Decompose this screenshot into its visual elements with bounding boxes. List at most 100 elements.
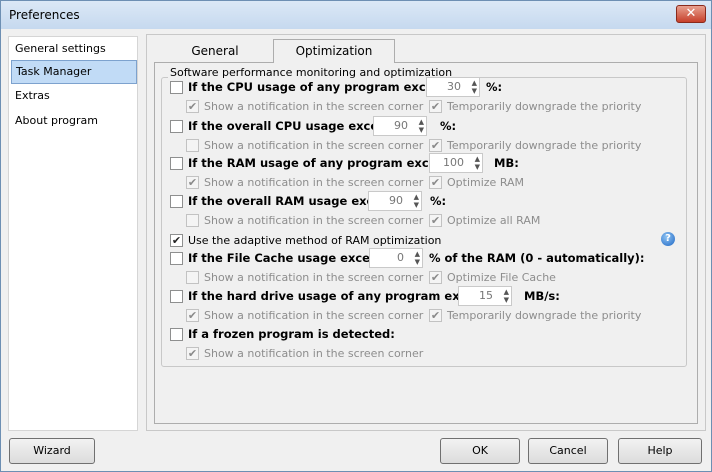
sub-option-row[interactable]: ✔ Show a notification in the screen corne…	[186, 97, 423, 115]
sub-option-label: Show a notification in the screen corner	[204, 270, 424, 284]
checkbox[interactable]: ✔	[186, 346, 199, 360]
checkbox[interactable]: ✔	[429, 175, 442, 189]
option-row[interactable]: If a frozen program is detected:	[170, 325, 395, 343]
checkbox[interactable]: ✔	[186, 308, 199, 322]
sub-option-label: Temporarily downgrade the priority	[447, 308, 642, 322]
checkbox[interactable]	[170, 194, 183, 208]
value-spinner[interactable]: 15 ▲ ▼	[458, 286, 512, 306]
close-button[interactable]: ✕	[676, 5, 706, 23]
tab-optimization[interactable]: Optimization	[273, 39, 395, 63]
option-label: If the CPU usage of any program exceeds	[188, 80, 457, 94]
checkbox[interactable]: ✔	[186, 99, 199, 113]
option-row[interactable]: If the hard drive usage of any program e…	[170, 287, 497, 305]
sub-option-label: Optimize RAM	[447, 175, 525, 189]
option-row[interactable]: If the CPU usage of any program exceeds	[170, 78, 456, 96]
sub-option-row[interactable]: ✔ Show a notification in the screen corne…	[186, 173, 423, 191]
checkbox[interactable]	[170, 80, 183, 94]
value-spinner[interactable]: 90 ▲ ▼	[373, 116, 427, 136]
checkbox[interactable]: ✔	[429, 138, 442, 152]
sub-option-row[interactable]: Show a notification in the screen corner	[186, 211, 423, 229]
sub-option-label: Show a notification in the screen corner	[204, 308, 424, 322]
checkbox[interactable]	[170, 251, 183, 265]
sub-option-row[interactable]: ✔ Show a notification in the screen corne…	[186, 306, 423, 324]
settings-nav: General settings Task Manager Extras Abo…	[8, 36, 138, 431]
spinner-value: 90	[394, 119, 408, 132]
spinner-value: 90	[389, 194, 403, 207]
spinner-arrows-icon[interactable]: ▲ ▼	[414, 193, 419, 209]
checkbox[interactable]	[170, 119, 183, 133]
option-label: If the overall CPU usage exceeds	[188, 119, 402, 133]
spinner-arrows-icon[interactable]: ▲ ▼	[415, 250, 420, 266]
sub-option-label: Show a notification in the screen corner	[204, 346, 424, 360]
tab-general[interactable]: General	[160, 40, 270, 63]
sub-option-label: Show a notification in the screen corner	[204, 138, 424, 152]
option-row[interactable]: If the overall CPU usage exceeds	[170, 117, 401, 135]
sub-option-label: Optimize all RAM	[447, 213, 541, 227]
sub-option-label: Show a notification in the screen corner	[204, 99, 424, 113]
value-spinner[interactable]: 0 ▲ ▼	[369, 248, 423, 268]
spinner-arrows-icon[interactable]: ▲ ▼	[472, 79, 477, 95]
sub-option-label: Show a notification in the screen corner	[204, 213, 424, 227]
sub-option-row[interactable]: ✔ Optimize File Cache	[429, 268, 556, 286]
sub-option-row[interactable]: ✔ Optimize RAM	[429, 173, 524, 191]
option-row[interactable]: If the RAM usage of any program exceeds	[170, 154, 459, 172]
checkbox[interactable]	[170, 289, 183, 303]
option-label: If the RAM usage of any program exceeds	[188, 156, 460, 170]
spinner-arrows-icon[interactable]: ▲ ▼	[504, 288, 509, 304]
unit-label: MB/s:	[524, 289, 560, 303]
sub-option-row[interactable]: ✔ Show a notification in the screen corne…	[186, 344, 423, 362]
unit-label: MB:	[494, 156, 519, 170]
sub-option-row[interactable]: Show a notification in the screen corner	[186, 136, 423, 154]
wizard-button[interactable]: Wizard	[9, 438, 95, 464]
sub-option-row[interactable]: ✔ Temporarily downgrade the priority	[429, 306, 641, 324]
checkbox[interactable]: ✔	[429, 99, 442, 113]
checkbox[interactable]	[170, 156, 183, 170]
spinner-arrows-icon[interactable]: ▲ ▼	[475, 155, 480, 171]
checkbox[interactable]	[170, 327, 183, 341]
nav-item-general-settings[interactable]: General settings	[11, 38, 137, 62]
unit-label: %:	[486, 80, 503, 94]
sub-option-label: Temporarily downgrade the priority	[447, 138, 642, 152]
nav-item-extras[interactable]: Extras	[11, 85, 137, 109]
checkbox[interactable]: ✔	[429, 213, 442, 227]
checkbox[interactable]: ✔	[186, 175, 199, 189]
unit-label: %:	[440, 119, 457, 133]
sub-option-row[interactable]: Show a notification in the screen corner	[186, 268, 423, 286]
option-label: If the hard drive usage of any program e…	[188, 289, 498, 303]
spinner-value: 100	[443, 156, 464, 169]
option-row[interactable]: ✔ Use the adaptive method of RAM optimiza…	[170, 231, 441, 249]
help-icon[interactable]: ?	[661, 232, 675, 246]
checkbox[interactable]	[186, 138, 199, 152]
spinner-arrows-icon[interactable]: ▲ ▼	[419, 118, 424, 134]
sub-option-label: Optimize File Cache	[447, 270, 556, 284]
value-spinner[interactable]: 100 ▲ ▼	[429, 153, 483, 173]
checkbox[interactable]: ✔	[170, 233, 183, 247]
spinner-value: 30	[447, 80, 461, 93]
spinner-value: 0	[397, 251, 404, 264]
option-row[interactable]: If the File Cache usage exceeds	[170, 249, 393, 267]
nav-item-about-program[interactable]: About program	[11, 110, 137, 134]
option-label: If the File Cache usage exceeds	[188, 251, 393, 265]
option-label: Use the adaptive method of RAM optimizat…	[188, 233, 442, 247]
value-spinner[interactable]: 30 ▲ ▼	[426, 77, 480, 97]
unit-label: % of the RAM (0 - automatically):	[429, 251, 645, 265]
sub-option-row[interactable]: ✔ Temporarily downgrade the priority	[429, 136, 641, 154]
unit-label: %:	[430, 194, 447, 208]
nav-item-task-manager[interactable]: Task Manager	[11, 60, 137, 84]
sub-option-row[interactable]: ✔ Optimize all RAM	[429, 211, 540, 229]
sub-option-label: Temporarily downgrade the priority	[447, 99, 642, 113]
help-button[interactable]: Help	[618, 438, 702, 464]
cancel-button[interactable]: Cancel	[528, 438, 608, 464]
spinner-value: 15	[479, 289, 493, 302]
checkbox[interactable]: ✔	[429, 308, 442, 322]
value-spinner[interactable]: 90 ▲ ▼	[368, 191, 422, 211]
sub-option-row[interactable]: ✔ Temporarily downgrade the priority	[429, 97, 641, 115]
sub-option-label: Show a notification in the screen corner	[204, 175, 424, 189]
window-title: Preferences	[9, 8, 80, 22]
checkbox[interactable]	[186, 270, 199, 284]
checkbox[interactable]	[186, 213, 199, 227]
ok-button[interactable]: OK	[440, 438, 520, 464]
option-label: If a frozen program is detected:	[188, 327, 395, 341]
title-bar: Preferences ✕	[1, 1, 711, 29]
checkbox[interactable]: ✔	[429, 270, 442, 284]
